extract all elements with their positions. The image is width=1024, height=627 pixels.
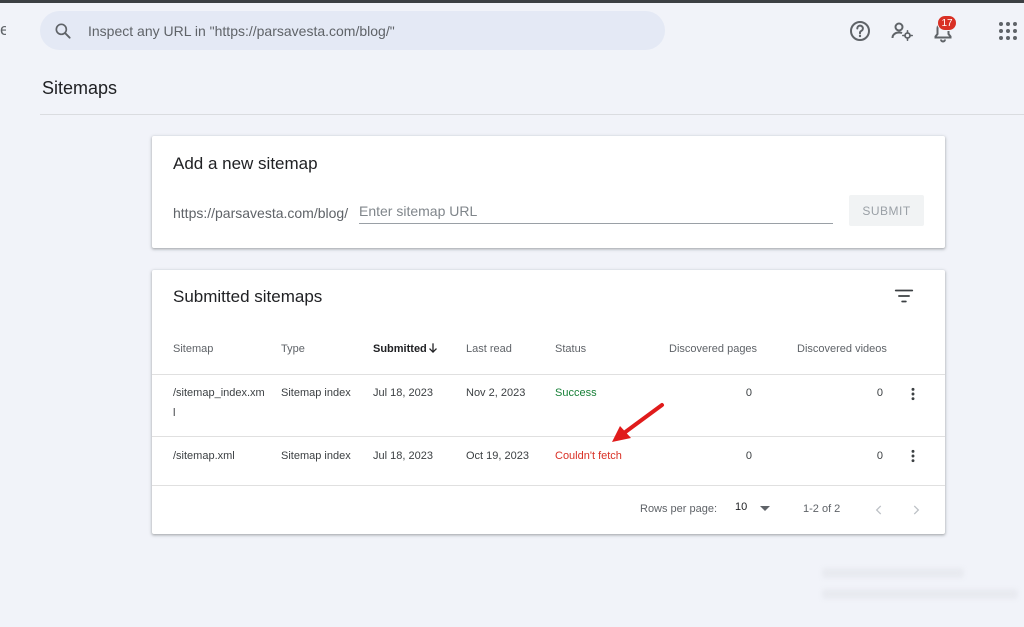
column-header-sitemap[interactable]: Sitemap xyxy=(173,343,213,355)
apps-grid-icon[interactable] xyxy=(996,19,1020,43)
rows-per-page-select[interactable]: 10 xyxy=(735,501,747,513)
more-vert-icon[interactable] xyxy=(905,386,921,402)
chevron-left-icon[interactable] xyxy=(872,503,886,517)
blurred-watermark xyxy=(822,589,1018,599)
row-divider xyxy=(152,436,945,437)
blurred-watermark xyxy=(822,568,964,578)
table-footer-divider xyxy=(152,485,945,486)
column-header-last-read[interactable]: Last read xyxy=(466,343,512,355)
row-submitted-date: Jul 18, 2023 xyxy=(373,387,433,399)
row-discovered-videos: 0 xyxy=(876,387,883,399)
search-input[interactable] xyxy=(88,11,648,50)
search-icon xyxy=(55,23,71,39)
row-sitemap-path: /sitemap_index.xml xyxy=(173,387,265,419)
pagination-range: 1-2 of 2 xyxy=(803,503,841,515)
row-sitemap-path: /sitemap.xml xyxy=(173,450,235,462)
status-badge: Success xyxy=(555,387,597,399)
chevron-right-icon[interactable] xyxy=(909,503,923,517)
column-header-discovered-videos[interactable]: Discovered videos xyxy=(797,343,887,355)
annotation-arrow-icon xyxy=(612,403,664,442)
row-discovered-pages: 0 xyxy=(745,387,752,399)
top-border xyxy=(0,0,1024,3)
column-header-discovered-pages[interactable]: Discovered pages xyxy=(669,343,757,355)
page-title: Sitemaps xyxy=(42,78,118,98)
row-type: Sitemap index xyxy=(281,450,351,462)
column-header-status[interactable]: Status xyxy=(555,343,586,355)
row-discovered-videos: 0 xyxy=(876,450,883,462)
filter-icon[interactable] xyxy=(893,285,915,307)
row-last-read-date: Oct 19, 2023 xyxy=(466,450,529,462)
add-sitemap-card: Add a new sitemap https://parsavesta.com… xyxy=(152,136,945,248)
add-sitemap-title: Add a new sitemap xyxy=(173,154,318,173)
sitemap-url-prefix: https://parsavesta.com/blog/ xyxy=(173,205,349,221)
row-discovered-pages: 0 xyxy=(745,450,752,462)
url-inspection-search[interactable] xyxy=(40,11,665,50)
manage-users-icon[interactable] xyxy=(890,19,914,43)
help-icon[interactable] xyxy=(848,19,872,43)
dropdown-caret-icon[interactable] xyxy=(760,506,770,511)
row-last-read-date: Nov 2, 2023 xyxy=(466,387,526,399)
edge-glyph: e xyxy=(0,20,6,39)
column-header-submitted[interactable]: Submitted xyxy=(373,343,427,355)
sitemap-url-input[interactable] xyxy=(359,198,833,224)
status-badge: Couldn't fetch xyxy=(555,450,622,462)
header-divider xyxy=(40,114,1024,115)
submitted-sitemaps-card: Submitted sitemaps Sitemap Type Submitte… xyxy=(152,270,945,534)
rows-per-page-label: Rows per page: xyxy=(640,503,718,515)
row-type: Sitemap index xyxy=(281,387,351,399)
more-vert-icon[interactable] xyxy=(905,448,921,464)
row-submitted-date: Jul 18, 2023 xyxy=(373,450,433,462)
column-header-type[interactable]: Type xyxy=(281,343,305,355)
table-header-divider xyxy=(152,374,945,375)
notification-count-badge: 17 xyxy=(937,15,957,31)
submitted-sitemaps-title: Submitted sitemaps xyxy=(173,287,323,306)
submit-button[interactable]: SUBMIT xyxy=(849,195,924,226)
sort-arrow-down-icon[interactable] xyxy=(426,341,440,355)
